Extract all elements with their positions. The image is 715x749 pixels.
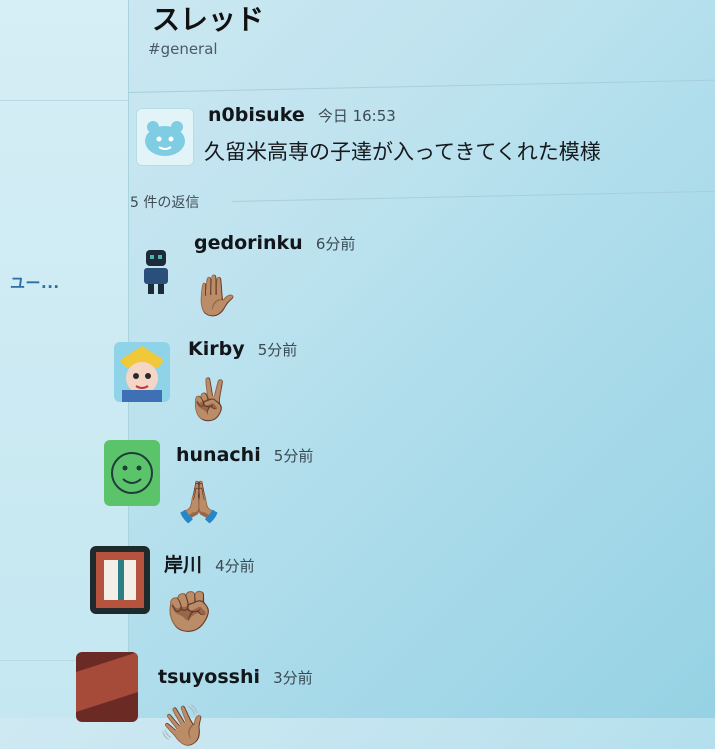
- timestamp[interactable]: 今日 16:53: [318, 107, 396, 125]
- message-header: hunachi 5分前: [176, 444, 313, 466]
- character-avatar-icon: [114, 342, 170, 402]
- timestamp[interactable]: 5分前: [274, 447, 314, 465]
- timestamp[interactable]: 4分前: [215, 557, 255, 575]
- sidebar-item-user[interactable]: ユー...: [10, 272, 60, 293]
- avatar[interactable]: [134, 246, 178, 296]
- avatar[interactable]: [90, 546, 150, 614]
- channel-link[interactable]: #general: [148, 40, 218, 58]
- thread-panel: スレッド #general n0bisuke 今日 16:53 久留米高専の子達…: [76, 0, 715, 746]
- author-name[interactable]: 岸川: [164, 554, 202, 576]
- message-header: Kirby 5分前: [188, 338, 297, 360]
- folded-hands-emoji: 🙏🏽: [174, 479, 224, 525]
- pattern-avatar-icon: [90, 546, 150, 614]
- message-header: 岸川 4分前: [164, 550, 255, 577]
- timestamp[interactable]: 3分前: [273, 669, 313, 687]
- author-name[interactable]: gedorinku: [194, 232, 303, 254]
- victory-hand-emoji: ✌🏽: [184, 377, 234, 423]
- sidebar-divider: [0, 100, 128, 101]
- author-name[interactable]: n0bisuke: [208, 104, 305, 126]
- message-text: 久留米高専の子達が入ってきてくれた模様: [204, 140, 601, 164]
- header-divider: [127, 79, 715, 93]
- creature-avatar-icon: [137, 109, 193, 165]
- thread-title: スレッド: [152, 3, 265, 36]
- timestamp[interactable]: 6分前: [316, 235, 356, 253]
- avatar[interactable]: [76, 652, 138, 722]
- author-name[interactable]: hunachi: [176, 444, 261, 466]
- abstract-avatar-icon: [76, 652, 138, 722]
- message-header: n0bisuke 今日 16:53: [208, 104, 396, 126]
- raised-hand-emoji: ✋🏽: [190, 273, 240, 319]
- avatar[interactable]: [114, 342, 170, 402]
- divider-line: [231, 190, 715, 202]
- avatar[interactable]: [136, 108, 194, 166]
- robot-avatar-icon: [144, 250, 168, 294]
- timestamp[interactable]: 5分前: [258, 341, 298, 359]
- avatar[interactable]: [104, 440, 160, 506]
- smiley-avatar-icon: [104, 440, 160, 506]
- reply-count: 5 件の返信: [130, 195, 200, 211]
- replies-divider: 5 件の返信: [130, 190, 715, 212]
- message-header: tsuyosshi 3分前: [158, 666, 313, 688]
- author-name[interactable]: tsuyosshi: [158, 666, 260, 688]
- waving-hand-emoji: 👋🏽: [158, 703, 208, 749]
- message-header: gedorinku 6分前: [194, 232, 355, 254]
- raised-fist-emoji: ✊🏽: [164, 589, 214, 635]
- author-name[interactable]: Kirby: [188, 338, 245, 360]
